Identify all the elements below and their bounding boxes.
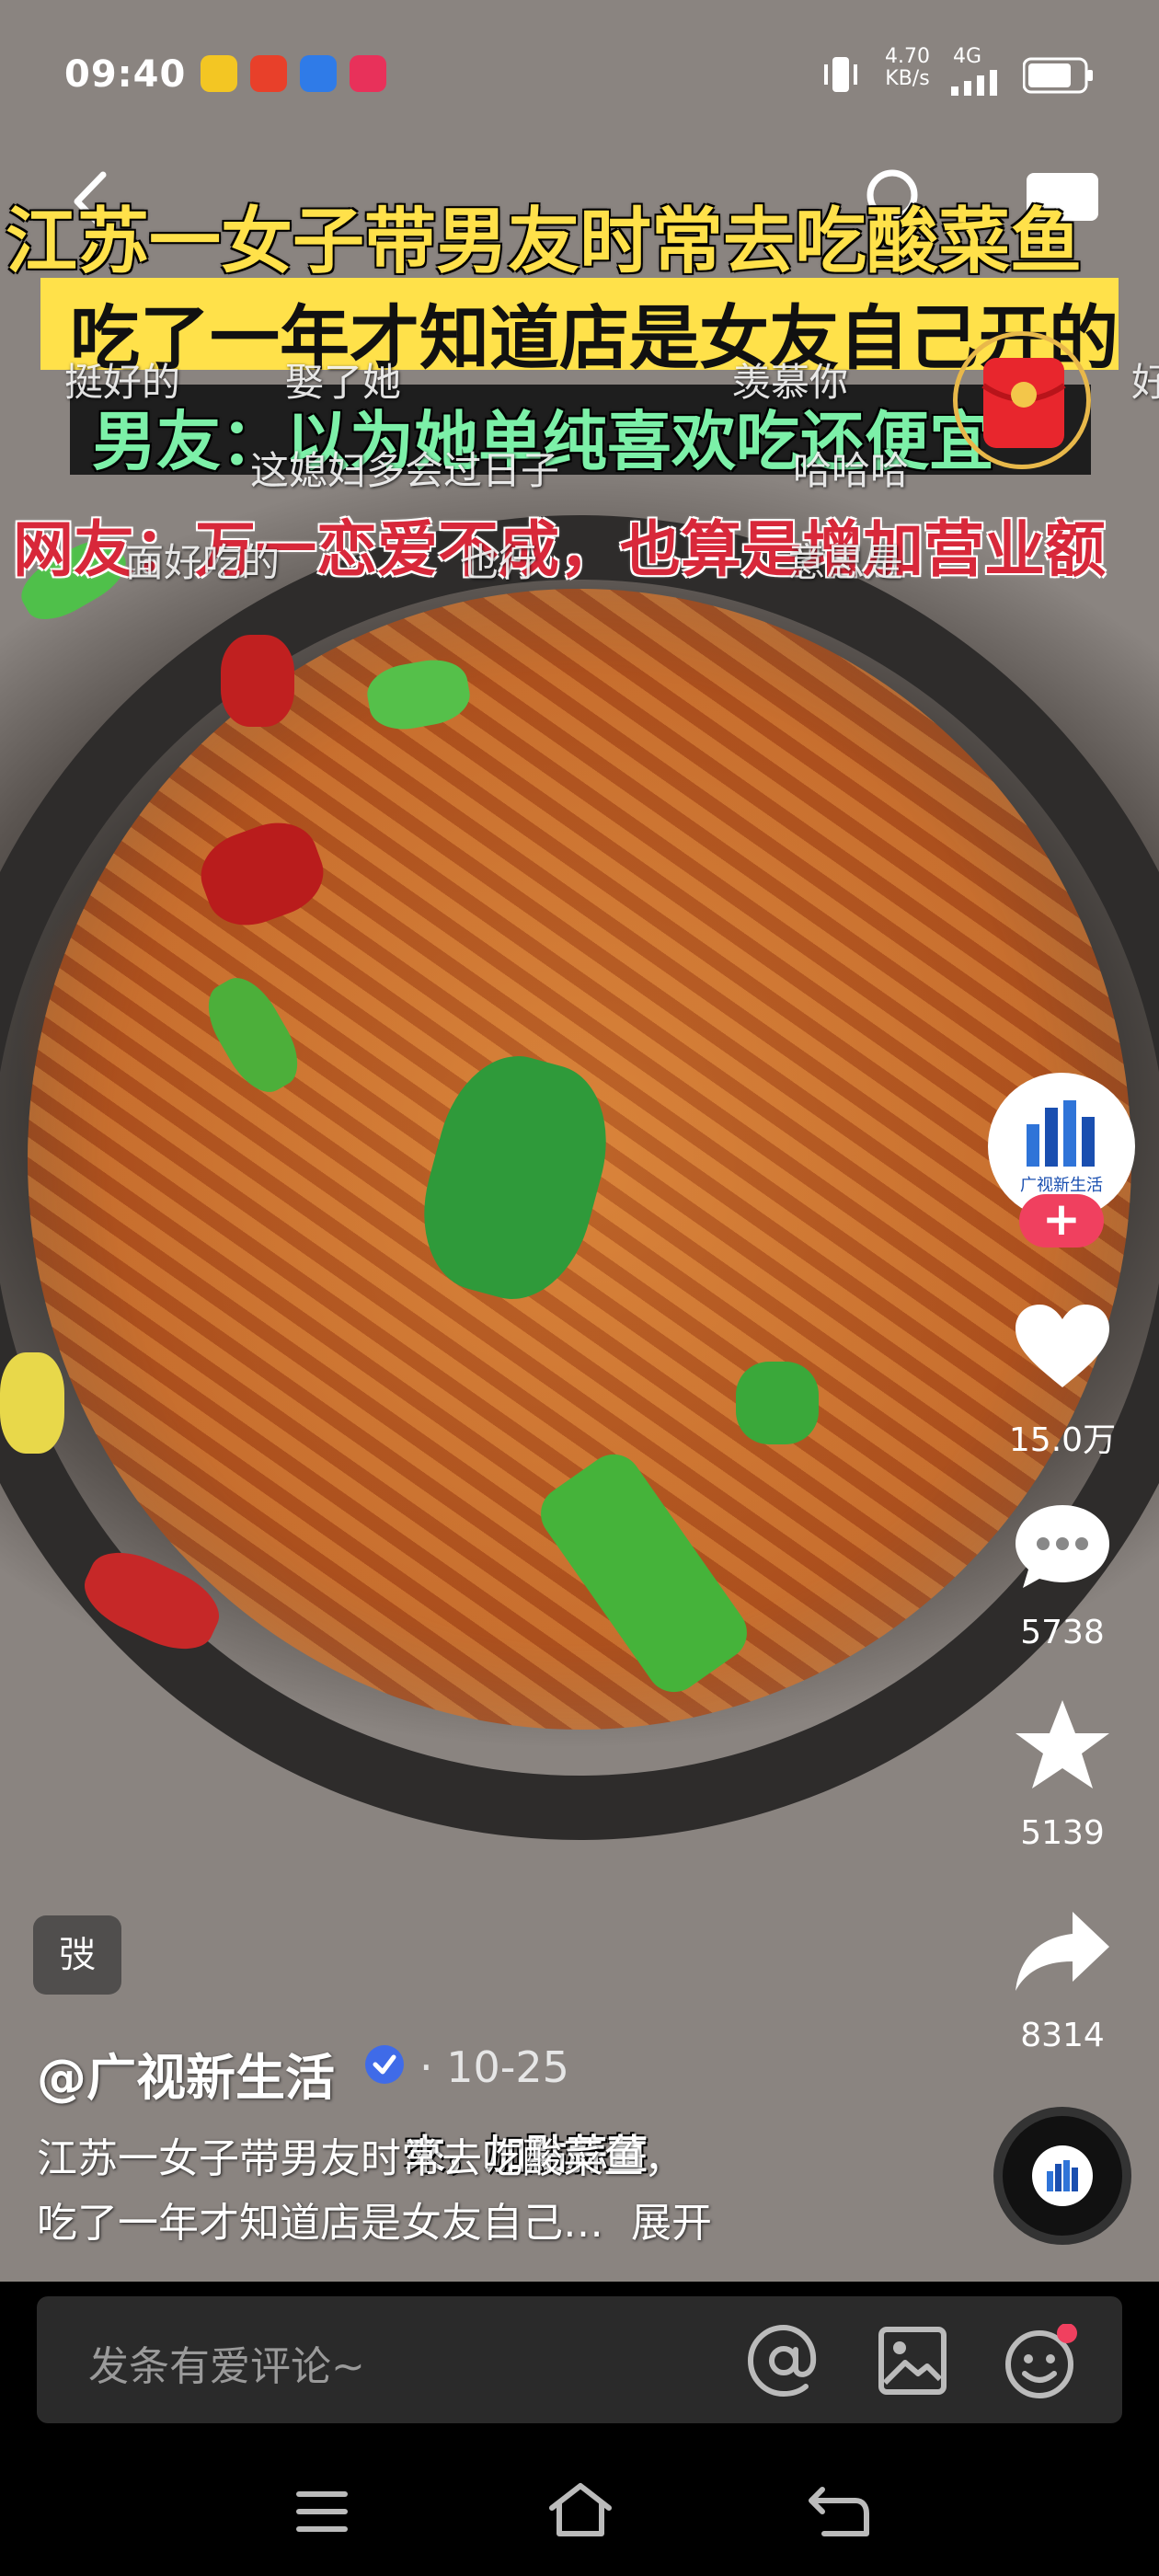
home-icon[interactable] (546, 2480, 614, 2539)
share-count: 8314 (1020, 2017, 1105, 2054)
video-app-icon (350, 55, 386, 92)
network-speed-unit: KB/s (885, 67, 930, 90)
image-picker-icon[interactable] (876, 2324, 949, 2398)
tv-station-logo-icon (1027, 1100, 1095, 1167)
comment-icon[interactable] (1012, 1500, 1113, 1592)
post-date: · 10-25 (419, 2042, 569, 2092)
caption-line-1: 江苏一女子带男友时常去吃酸菜鱼， (37, 2135, 684, 2182)
favorite-count: 5139 (1020, 1814, 1105, 1852)
comment-count: 5738 (1020, 1614, 1105, 1651)
scallion-piece (736, 1362, 819, 1444)
like-heart-icon[interactable] (1012, 1301, 1113, 1393)
red-envelope-icon (981, 358, 1066, 448)
pepper-piece (221, 635, 294, 727)
browser-icon (300, 55, 337, 92)
caption-line-2-text: 吃了一年才知道店是女友自己… (37, 2200, 603, 2247)
danmaku-item: 也行 (460, 540, 538, 585)
tag-badge[interactable]: 弢 (33, 1915, 121, 1995)
like-count: 15.0万 (1008, 1421, 1117, 1459)
music-disc-cover (1032, 2145, 1093, 2206)
danmaku-item: 娶了她 (285, 360, 402, 405)
verified-badge-icon (365, 2045, 404, 2084)
back-nav-icon[interactable] (806, 2482, 870, 2537)
share-arrow-icon[interactable] (1012, 1904, 1113, 1996)
signal-icon (951, 70, 997, 96)
danmaku-item: 好 (1131, 360, 1159, 405)
headline-line-1: 江苏一女子带男友时常去吃酸菜鱼 (6, 201, 1083, 283)
comment-bar: 发条有爱评论~ (37, 2296, 1122, 2423)
mention-at-icon[interactable] (745, 2322, 822, 2399)
weibo-icon (201, 55, 237, 92)
emoji-icon[interactable] (1003, 2324, 1080, 2401)
recent-apps-menu-icon[interactable] (293, 2488, 351, 2536)
red-envelope-button[interactable] (953, 331, 1091, 469)
danmaku-item: 挺好的 (64, 360, 181, 405)
pepper-piece (0, 1352, 64, 1454)
status-time: 09:40 (64, 53, 187, 96)
network-speed-value: 4.70 (885, 45, 930, 68)
author-name[interactable]: @广视新生活 (37, 2037, 335, 2110)
danmaku-item: 面好吃的 (125, 540, 281, 585)
network-speed: 4.70 KB/s (885, 46, 930, 90)
favorite-star-icon[interactable] (1012, 1696, 1113, 1798)
danmaku-item: 这媳妇多会过日子 (250, 448, 560, 493)
expand-link[interactable]: 展开 (631, 2200, 712, 2247)
danmaku-item: 哈哈哈 (793, 448, 910, 493)
system-nav-bar (0, 2447, 1159, 2576)
vibrate-icon (824, 57, 857, 92)
danmaku-item: 意思是 (787, 540, 904, 585)
comment-input[interactable]: 发条有爱评论~ (88, 2333, 365, 2392)
caption-line-2: 吃了一年才知道店是女友自己… 展开 (37, 2190, 712, 2248)
tv-station-logo-icon (1047, 2160, 1078, 2191)
follow-button[interactable]: + (1019, 1194, 1104, 1248)
battery-icon (1023, 57, 1093, 94)
tmall-icon (250, 55, 287, 92)
danmaku-item: 羡慕你 (732, 360, 849, 405)
network-type: 4G (953, 45, 982, 68)
music-disc-button[interactable] (993, 2107, 1131, 2245)
